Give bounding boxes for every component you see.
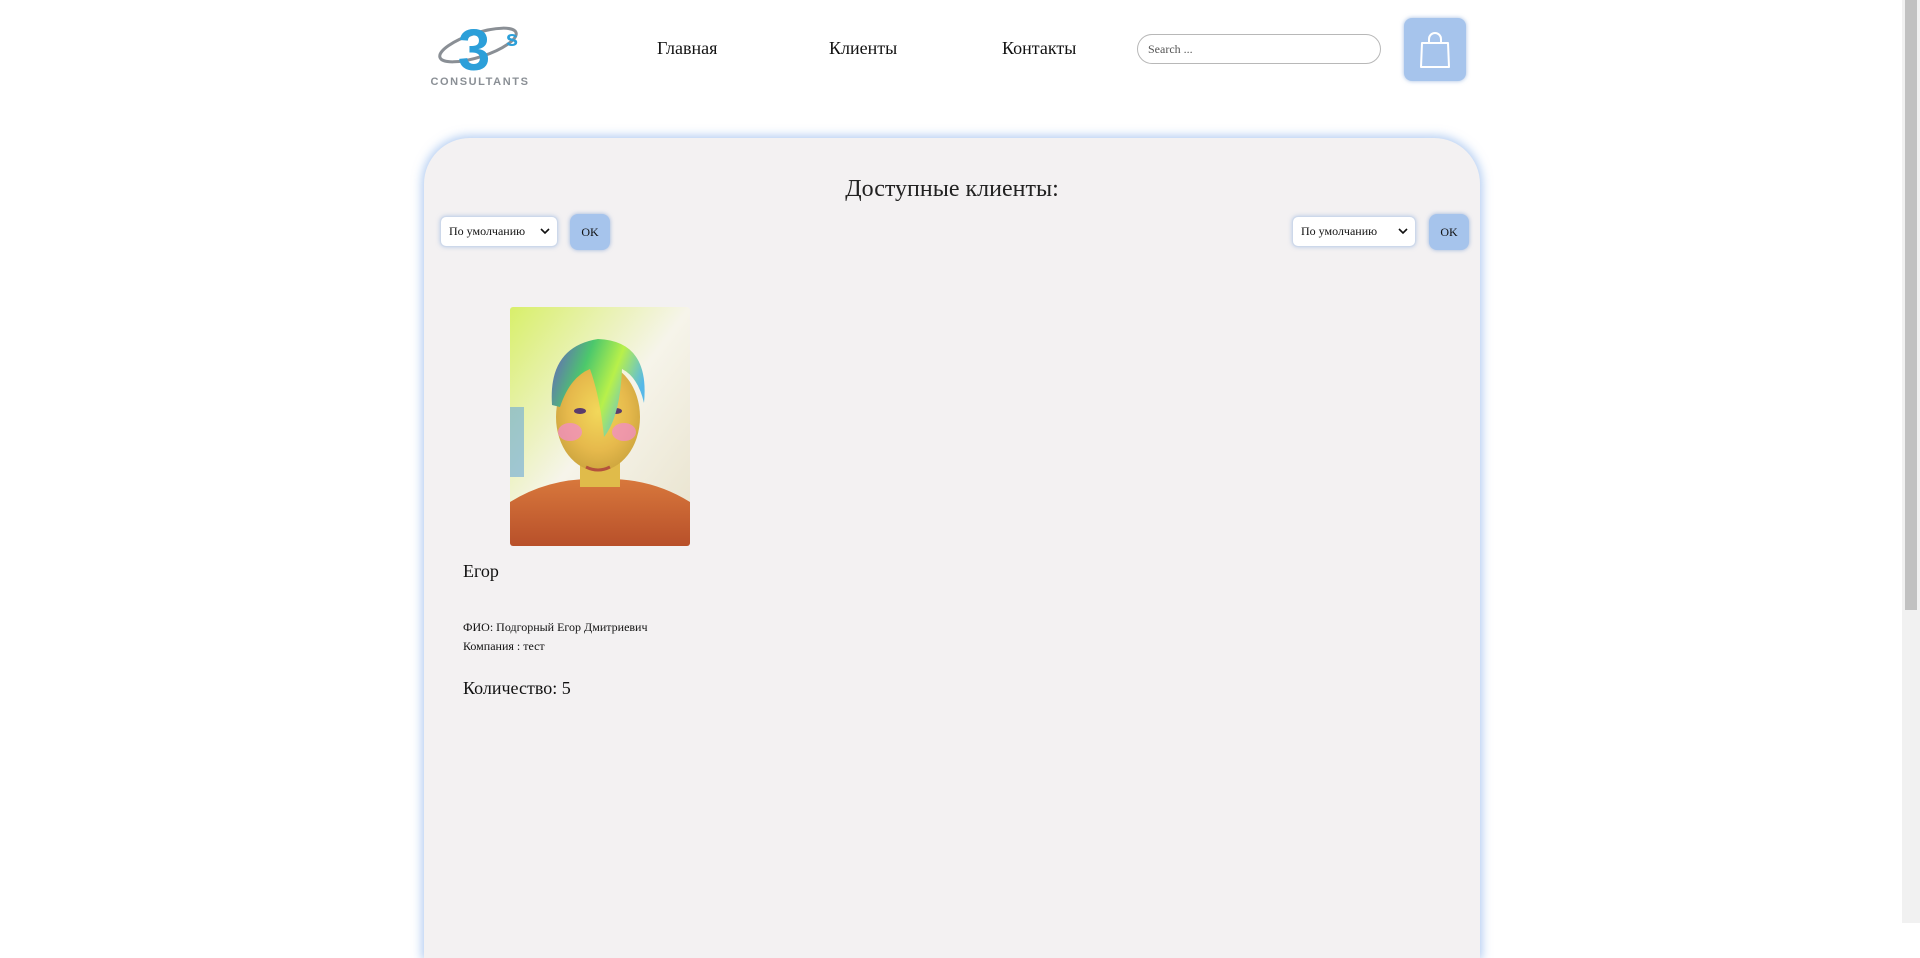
chevron-down-icon — [1398, 228, 1408, 235]
svg-text:3: 3 — [458, 18, 490, 76]
nav-link-home[interactable]: Главная — [657, 38, 717, 59]
sort-ok-button-right[interactable]: OK — [1429, 214, 1469, 250]
sort-select-right-value: По умолчанию — [1301, 224, 1378, 238]
sort-ok-button-left[interactable]: OK — [570, 214, 610, 250]
client-fio: ФИО: Подгорный Егор Дмитриевич — [463, 620, 648, 634]
logo-mark-icon: 3 s — [438, 18, 518, 76]
scrollbar-thumb[interactable] — [1905, 0, 1917, 610]
nav-link-clients[interactable]: Клиенты — [829, 38, 897, 59]
cart-button[interactable] — [1404, 18, 1466, 81]
site-header: 3 s CONSULTANTS Главная Клиенты Контакты — [0, 0, 1902, 110]
nav-link-contacts[interactable]: Контакты — [1002, 38, 1076, 59]
client-quantity: Количество: 5 — [463, 678, 571, 698]
company-logo[interactable]: 3 s CONSULTANTS — [428, 10, 532, 90]
search-input[interactable] — [1137, 34, 1381, 64]
sort-select-right[interactable]: По умолчанию — [1292, 216, 1416, 247]
sort-select-left[interactable]: По умолчанию — [440, 216, 558, 247]
shopping-bag-icon — [1420, 31, 1450, 68]
client-name: Егор — [463, 561, 499, 581]
chevron-down-icon — [540, 228, 550, 235]
svg-text:s: s — [506, 26, 518, 51]
sort-select-left-value: По умолчанию — [449, 224, 526, 238]
client-company: Компания : тест — [463, 639, 545, 653]
page-scrollbar[interactable] — [1902, 0, 1920, 923]
page-title: Доступные клиенты: — [845, 176, 1059, 202]
clients-panel: Доступные клиенты: По умолчанию OK По ум… — [424, 138, 1480, 958]
client-photo[interactable] — [510, 307, 690, 546]
client-photo-image — [510, 307, 690, 546]
logo-text: CONSULTANTS — [430, 76, 530, 88]
